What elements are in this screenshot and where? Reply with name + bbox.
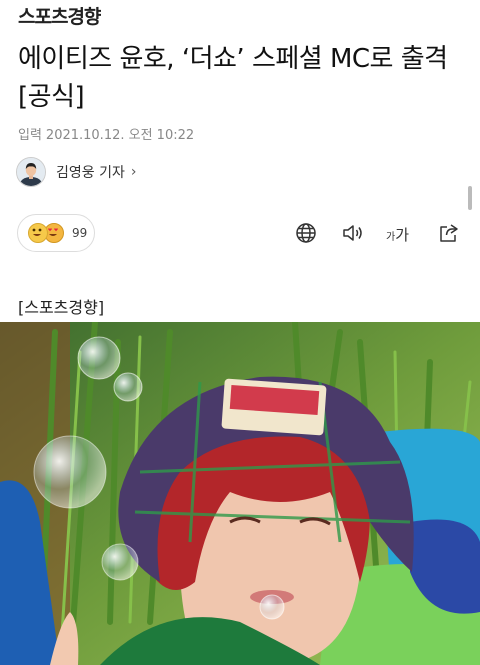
reaction-count: 99 xyxy=(72,226,88,240)
font-small-glyph: 가 xyxy=(386,232,396,243)
article-dateline: 입력 2021.10.12. 오전 10:22 xyxy=(18,124,198,143)
reaction-button[interactable]: 99 xyxy=(17,214,95,252)
chevron-right-icon: › xyxy=(130,164,137,180)
source-tag: [스포츠경향] xyxy=(18,298,105,317)
translate-button[interactable] xyxy=(295,222,317,248)
site-logo[interactable]: 스포츠경향 xyxy=(18,2,101,29)
listen-button[interactable] xyxy=(341,222,365,248)
reporter-avatar xyxy=(16,157,46,187)
article-title: 에이티즈 윤호, ‘더쇼’ 스페셜 MC로 출격 [공식] xyxy=(18,44,448,112)
publish-date: 2021.10.12. 오전 10:22 xyxy=(45,128,195,143)
reporter-link[interactable]: 김영웅 기자 › xyxy=(16,157,136,187)
globe-icon xyxy=(296,223,316,243)
speaker-icon xyxy=(343,225,362,241)
share-icon xyxy=(440,224,458,242)
font-size-button[interactable]: 가가 xyxy=(386,224,409,245)
scroll-indicator[interactable] xyxy=(468,186,472,210)
grinning-face-icon xyxy=(28,223,48,243)
share-button[interactable] xyxy=(438,222,460,248)
reporter-name: 김영웅 기자 xyxy=(56,165,125,181)
date-label: 입력 xyxy=(18,128,42,143)
article-photo[interactable] xyxy=(0,322,480,665)
font-large-glyph: 가 xyxy=(395,226,410,244)
